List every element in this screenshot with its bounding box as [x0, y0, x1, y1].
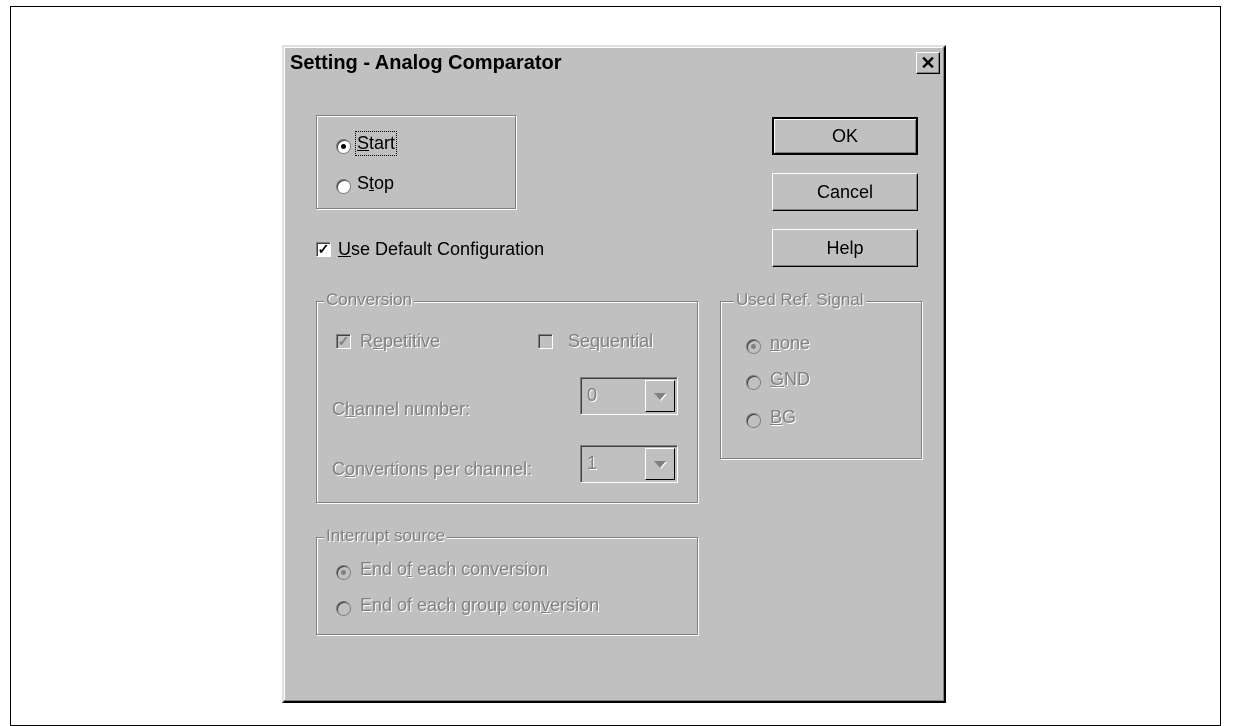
start-radio[interactable] [336, 139, 351, 154]
use-default-checkbox[interactable]: ✓ [316, 242, 331, 257]
ref-bg-radio[interactable] [746, 413, 761, 428]
use-default-label[interactable]: Use Default Configuration [338, 239, 544, 260]
close-icon: ✕ [920, 53, 936, 73]
start-label[interactable]: Start [354, 131, 398, 156]
ok-button-label: OK [831, 125, 858, 146]
chevron-down-icon[interactable] [645, 448, 675, 480]
repetitive-label[interactable]: Repetitive [360, 331, 440, 352]
ref-bg-label[interactable]: BG [770, 407, 796, 428]
start-label-rest: tart [369, 133, 396, 153]
ok-button[interactable]: OK [772, 117, 918, 155]
ref-none-radio[interactable] [746, 339, 761, 354]
start-radio-dot [341, 144, 346, 149]
channel-number-label: Channel number: [332, 399, 471, 419]
analog-comparator-dialog: Setting - Analog Comparator ✕ Start Stop… [282, 45, 946, 703]
interrupt-each-conversion-radio[interactable] [336, 565, 351, 580]
repetitive-checkbox[interactable]: ✓ [336, 334, 351, 349]
help-button-label: Help [826, 237, 864, 258]
help-button[interactable]: Help [772, 229, 918, 267]
interrupt-source-group [316, 537, 698, 635]
run-mode-group [316, 115, 516, 209]
channel-number-value: 0 [587, 385, 598, 405]
stop-radio[interactable] [336, 179, 351, 194]
close-button[interactable]: ✕ [916, 52, 940, 74]
chevron-down-icon[interactable] [645, 380, 675, 412]
sequential-label[interactable]: Sequential [568, 331, 653, 352]
ref-none-label[interactable]: none [770, 333, 810, 354]
ref-gnd-radio[interactable] [746, 375, 761, 390]
interrupt-each-conversion-dot [341, 570, 346, 575]
stop-label[interactable]: Stop [357, 173, 394, 194]
interrupt-group-conversion-radio[interactable] [336, 601, 351, 616]
cancel-button[interactable]: Cancel [772, 173, 918, 211]
interrupt-group-conversion-label[interactable]: End of each group conversion [360, 595, 599, 616]
ref-none-radio-dot [751, 344, 756, 349]
title-bar[interactable]: Setting - Analog Comparator ✕ [286, 49, 942, 77]
interrupt-source-legend: Interrupt source [324, 526, 448, 546]
sequential-checkbox[interactable] [538, 334, 553, 349]
channel-number-combo[interactable]: 0 [580, 377, 678, 415]
cancel-button-label: Cancel [816, 181, 874, 202]
conversion-legend: Conversion [324, 290, 414, 310]
conversions-per-channel-label: Convertions per channel: [332, 459, 533, 479]
conversions-per-channel-value: 1 [587, 453, 598, 473]
ref-signal-legend: Used Ref. Signal [734, 290, 866, 310]
ref-gnd-label[interactable]: GND [770, 369, 810, 390]
conversions-per-channel-combo[interactable]: 1 [580, 445, 678, 483]
interrupt-each-conversion-label[interactable]: End of each conversion [360, 559, 548, 580]
dialog-title: Setting - Analog Comparator [290, 52, 562, 74]
